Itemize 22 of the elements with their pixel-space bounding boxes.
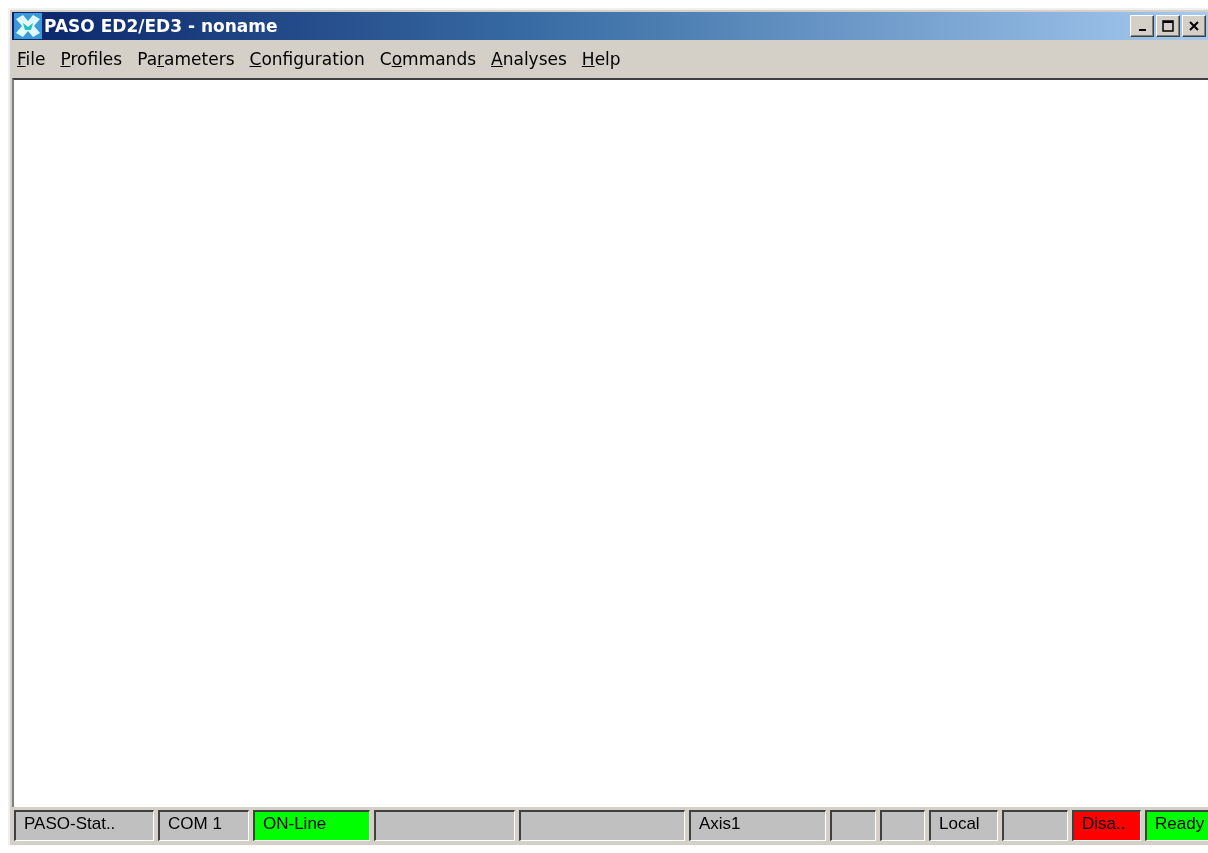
window-title: PASO ED2/ED3 - noname — [44, 16, 279, 36]
status-pane: Disa.. — [1072, 810, 1141, 841]
status-pane: Axis1 — [689, 810, 826, 841]
app-logo-icon — [14, 13, 42, 39]
status-pane: COM 1 — [158, 810, 249, 841]
maximize-button[interactable] — [1156, 15, 1180, 37]
menu-item[interactable]: Profiles — [57, 49, 135, 69]
status-pane: PASO-Stat.. — [14, 810, 154, 841]
menu-item[interactable]: Analyses — [488, 49, 579, 69]
menu-item[interactable]: Help — [578, 49, 633, 69]
menu-item[interactable]: File — [14, 49, 58, 69]
minimize-button[interactable] — [1130, 15, 1154, 37]
menu-item[interactable]: Commands — [376, 49, 489, 69]
status-pane: Local — [929, 810, 998, 841]
status-pane: ON-Line — [253, 810, 370, 841]
menu-item[interactable]: Configuration — [246, 49, 377, 69]
maximize-icon — [1162, 20, 1174, 32]
status-pane: Ready — [1145, 810, 1208, 841]
menu-item[interactable]: Parameters — [134, 49, 247, 69]
close-icon — [1188, 20, 1200, 32]
close-button[interactable] — [1182, 15, 1206, 37]
minimize-icon — [1138, 29, 1146, 31]
